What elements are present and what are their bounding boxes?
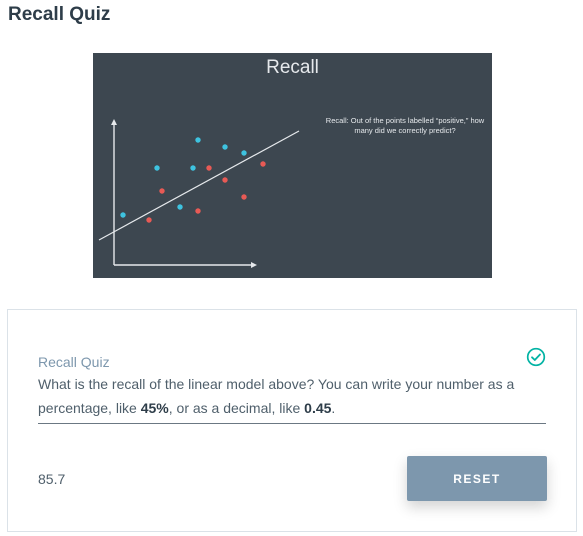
question-text-end: . <box>331 400 336 416</box>
positive-point <box>195 137 201 143</box>
page-title: Recall Quiz <box>8 4 111 25</box>
example-percent: 45% <box>140 400 169 416</box>
example-decimal: 0.45 <box>304 400 332 416</box>
answer-input[interactable]: 85.7 <box>38 471 65 487</box>
negative-point <box>260 161 266 167</box>
recall-slide-image: Recall Recall: Out of the points labelle… <box>93 53 492 278</box>
positive-point <box>120 212 126 218</box>
scatter-illustration <box>98 119 300 268</box>
check-circle-icon <box>526 347 546 367</box>
question-text-middle: , or as a decimal, like <box>168 400 305 416</box>
answer-divider <box>38 423 546 424</box>
negative-point <box>146 217 152 223</box>
quiz-label: Recall Quiz <box>38 354 110 370</box>
positive-point <box>190 165 196 171</box>
negative-point <box>241 194 247 200</box>
reset-button[interactable]: RESET <box>407 456 547 501</box>
quiz-question: What is the recall of the linear model a… <box>38 372 550 420</box>
positive-point <box>241 150 247 156</box>
positive-point <box>177 204 183 210</box>
quiz-card: Recall Quiz What is the recall of the li… <box>7 309 577 532</box>
slide-caption: Recall: Out of the points labelled “posi… <box>325 116 485 135</box>
positive-point <box>154 165 160 171</box>
positive-point <box>222 144 228 150</box>
x-axis-arrow <box>251 262 257 268</box>
negative-point <box>195 208 201 214</box>
y-axis-arrow <box>111 119 117 125</box>
negative-point <box>206 165 212 171</box>
negative-point <box>159 188 165 194</box>
negative-point <box>222 177 228 183</box>
linear-model-line <box>98 130 300 241</box>
